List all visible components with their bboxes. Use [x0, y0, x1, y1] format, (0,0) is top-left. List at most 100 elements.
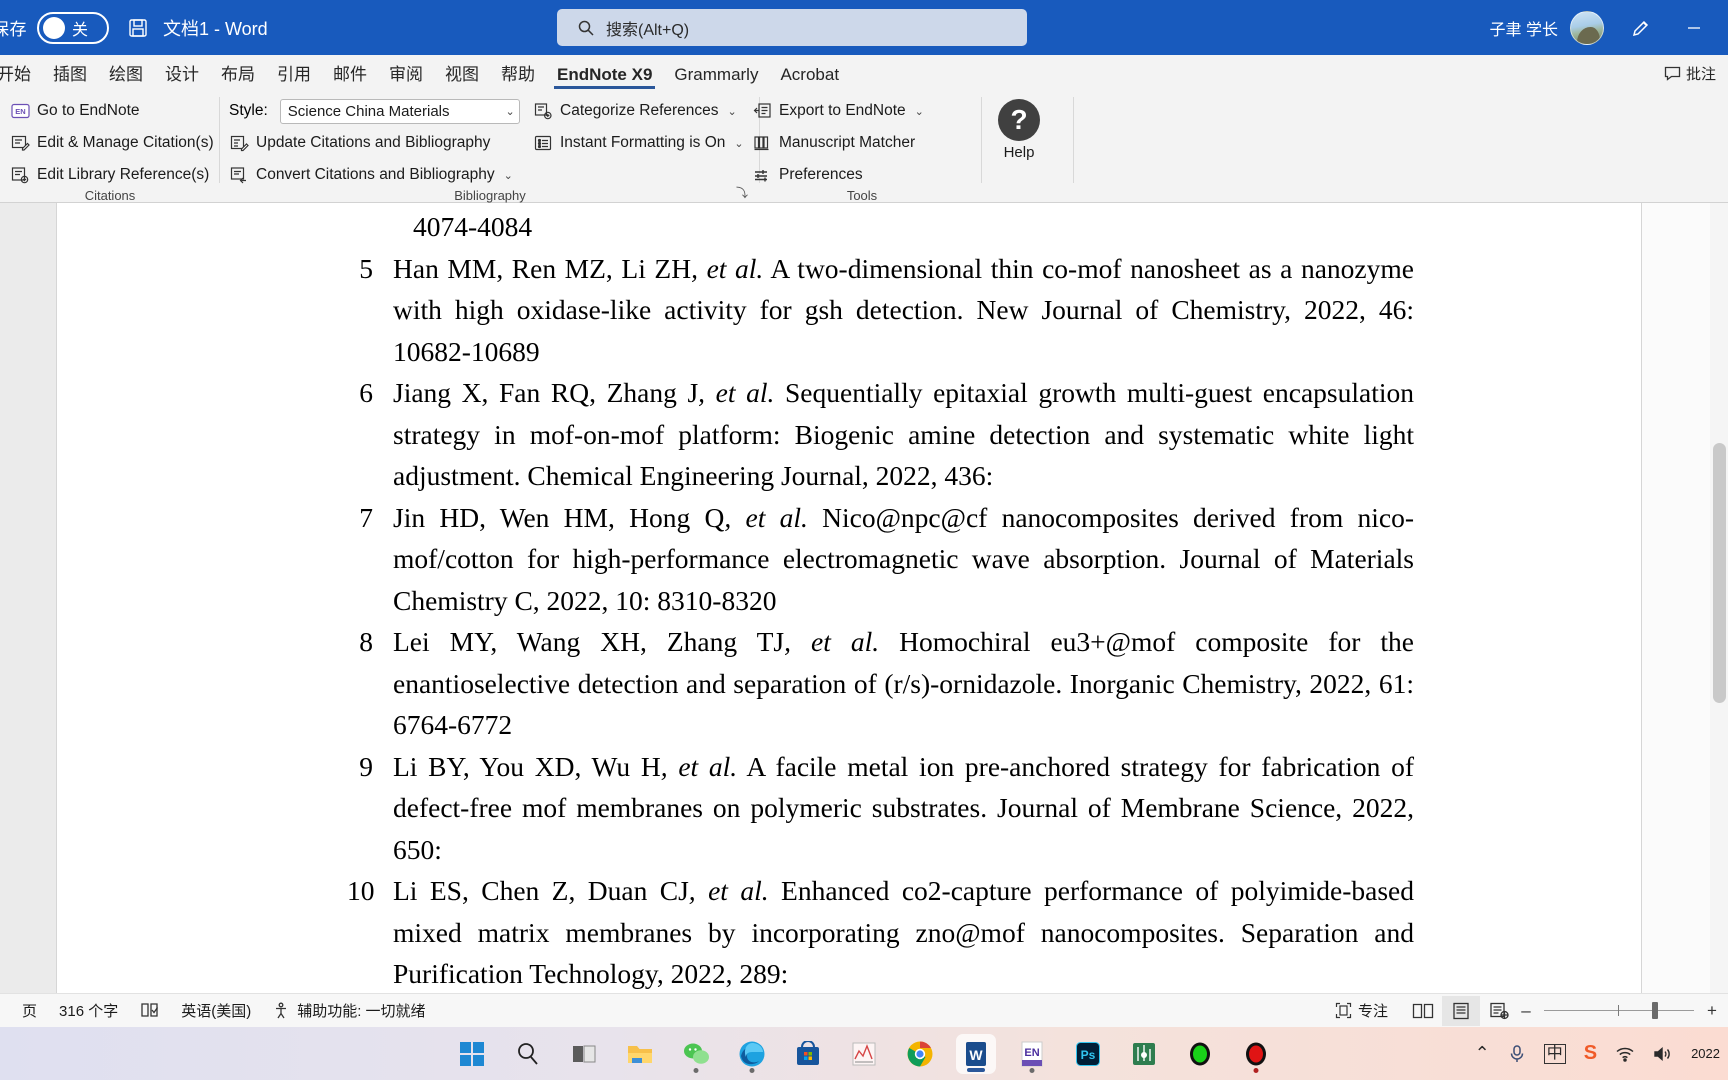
style-select[interactable]: Science China Materials ⌄: [279, 98, 520, 124]
update-citations-bibliography-button[interactable]: Update Citations and Bibliography: [229, 127, 520, 159]
left-margin-strip: [0, 203, 56, 993]
go-to-endnote-button[interactable]: EN Go to EndNote: [10, 95, 214, 127]
page-indicator[interactable]: 页: [22, 1000, 37, 1021]
task-view-icon[interactable]: [564, 1034, 604, 1074]
ribbon-display-pen-icon[interactable]: [1630, 17, 1652, 39]
endnote-icon[interactable]: EN: [1012, 1034, 1052, 1074]
comments-button[interactable]: 批注: [1664, 63, 1716, 84]
green-recorder-icon[interactable]: [1180, 1034, 1220, 1074]
document-area[interactable]: 4074-4084 5 Han MM, Ren MZ, Li ZH, et al…: [0, 203, 1728, 993]
tab-view[interactable]: 视图: [434, 66, 490, 89]
tab-help[interactable]: 帮助: [490, 66, 546, 89]
volume-icon[interactable]: [1653, 1046, 1673, 1062]
word-count[interactable]: 316 个字: [59, 1000, 118, 1021]
zoom-midpoint-tick: [1618, 1005, 1619, 1016]
scrollbar-thumb[interactable]: [1713, 443, 1726, 703]
focus-icon: [1335, 1002, 1352, 1019]
language-indicator[interactable]: 英语(美国): [181, 1000, 251, 1021]
word-icon[interactable]: W: [956, 1033, 996, 1074]
svg-text:W: W: [969, 1047, 983, 1063]
accessibility-icon: [276, 1002, 287, 1018]
svg-text:EN: EN: [1024, 1047, 1039, 1059]
microsoft-store-icon[interactable]: [788, 1034, 828, 1074]
web-layout-button[interactable]: [1480, 996, 1518, 1026]
instant-formatting-button[interactable]: Instant Formatting is On ⌄: [533, 127, 744, 159]
edge-icon[interactable]: [732, 1034, 772, 1074]
categorize-references-button[interactable]: Categorize References ⌄: [533, 95, 744, 127]
convert-citations-bibliography-button[interactable]: Convert Citations and Bibliography ⌄: [229, 159, 520, 191]
print-layout-button[interactable]: [1442, 995, 1480, 1026]
chrome-icon[interactable]: [900, 1034, 940, 1074]
tab-draw[interactable]: 绘图: [98, 66, 154, 89]
proofing-status[interactable]: [140, 1002, 159, 1019]
proofing-icon: [141, 1003, 159, 1017]
tab-mailings[interactable]: 邮件: [322, 66, 378, 89]
status-bar: 页 316 个字 英语(美国) 辅助功能: 一切就绪 专注 – +: [0, 993, 1728, 1027]
tab-acrobat[interactable]: Acrobat: [769, 66, 850, 89]
convert-citations-bibliography-label: Convert Citations and Bibliography: [256, 166, 495, 183]
tray-chevron-up-icon[interactable]: ⌃: [1475, 1043, 1490, 1064]
tab-insert[interactable]: 插图: [42, 66, 98, 89]
minimize-button[interactable]: [1682, 16, 1706, 40]
ribbon-tab-strip: 开始 插图 绘图 设计 布局 引用 邮件 审阅 视图 帮助 EndNote X9…: [0, 55, 1728, 89]
tab-grammarly[interactable]: Grammarly: [663, 66, 769, 89]
search-box[interactable]: 搜索(Alt+Q): [557, 9, 1027, 46]
focus-mode-button[interactable]: 专注: [1335, 1000, 1388, 1021]
tab-references[interactable]: 引用: [266, 66, 322, 89]
wifi-icon[interactable]: [1615, 1046, 1635, 1062]
style-row: Style: Science China Materials ⌄: [229, 95, 520, 127]
tab-review[interactable]: 审阅: [378, 66, 434, 89]
chevron-down-icon[interactable]: ⌄: [915, 105, 924, 118]
search-icon[interactable]: [508, 1034, 548, 1074]
diagram-app-icon[interactable]: [1124, 1034, 1164, 1074]
autosave-toggle-knob: [43, 16, 65, 39]
export-endnote-icon: [752, 101, 772, 121]
taskbar: W EN Ps ⌃ 中 S 2022: [0, 1027, 1728, 1080]
microphone-icon[interactable]: [1508, 1044, 1526, 1064]
edit-library-references-button[interactable]: Edit Library Reference(s): [10, 159, 214, 191]
search-icon: [577, 19, 595, 37]
manuscript-matcher-button[interactable]: Manuscript Matcher: [752, 127, 924, 159]
tab-layout[interactable]: 布局: [210, 66, 266, 89]
sogou-icon[interactable]: S: [1584, 1042, 1597, 1065]
zoom-handle[interactable]: [1652, 1002, 1658, 1019]
document-page[interactable]: 4074-4084 5 Han MM, Ren MZ, Li ZH, et al…: [56, 203, 1642, 993]
help-button[interactable]: ? Help: [998, 99, 1040, 161]
user-name[interactable]: 子聿 学长: [1490, 16, 1558, 40]
export-to-endnote-button[interactable]: Export to EndNote ⌄: [752, 95, 924, 127]
web-layout-icon: [1490, 1002, 1509, 1019]
file-explorer-icon[interactable]: [620, 1034, 660, 1074]
reference-text: Lei MY, Wang XH, Zhang TJ, et al. Homoch…: [393, 626, 1414, 740]
avatar[interactable]: [1570, 10, 1604, 45]
chevron-down-icon[interactable]: ⌄: [504, 169, 513, 182]
ime-indicator[interactable]: 中: [1543, 1043, 1566, 1064]
taskbar-icons: W EN Ps: [452, 1033, 1276, 1074]
style-selected-value: Science China Materials: [287, 102, 450, 120]
accessibility-status[interactable]: 辅助功能: 一切就绪: [273, 1000, 426, 1021]
start-icon[interactable]: [452, 1034, 492, 1074]
red-recorder-icon[interactable]: [1236, 1034, 1276, 1074]
read-mode-button[interactable]: [1404, 996, 1442, 1026]
zoom-in-button[interactable]: +: [1704, 1001, 1720, 1021]
clock[interactable]: 2022: [1691, 1046, 1720, 1061]
zoom-slider[interactable]: [1544, 1001, 1694, 1021]
origin-app-icon[interactable]: [844, 1034, 884, 1074]
group-divider: [1073, 97, 1074, 183]
photoshop-icon[interactable]: Ps: [1068, 1034, 1108, 1074]
preferences-icon: [752, 165, 772, 185]
reference-continuation: 4074-4084: [413, 211, 533, 242]
tab-design[interactable]: 设计: [154, 66, 210, 89]
wechat-icon[interactable]: [676, 1034, 716, 1074]
ribbon-group-tools: Export to EndNote ⌄ Manuscript Matcher P…: [742, 89, 982, 203]
tab-endnote-x9[interactable]: EndNote X9: [546, 66, 663, 89]
tab-start[interactable]: 开始: [0, 66, 42, 89]
zoom-out-button[interactable]: –: [1518, 1001, 1534, 1021]
edit-manage-citations-button[interactable]: Edit & Manage Citation(s): [10, 127, 214, 159]
svg-text:Ps: Ps: [1081, 1048, 1096, 1062]
chevron-down-icon[interactable]: ⌄: [728, 105, 737, 118]
edit-manage-citations-label: Edit & Manage Citation(s): [37, 134, 214, 151]
preferences-button[interactable]: Preferences: [752, 159, 924, 191]
save-icon[interactable]: [127, 17, 149, 39]
autosave-toggle[interactable]: 关: [37, 11, 109, 44]
vertical-scrollbar[interactable]: [1710, 203, 1728, 993]
